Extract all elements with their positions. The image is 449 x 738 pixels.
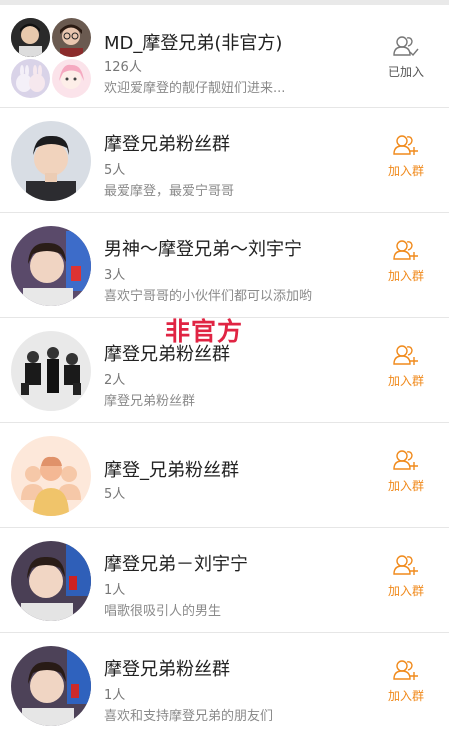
member-count: 1人 <box>104 583 126 598</box>
member-count: 2人 <box>104 373 126 388</box>
join-group-button[interactable]: 加入群 <box>381 134 431 179</box>
joined-label: 已加入 <box>387 65 424 79</box>
join-label: 加入群 <box>387 164 424 178</box>
group-name: MD_摩登兄弟(非官方) <box>104 33 283 54</box>
member-count: 3人 <box>104 268 126 283</box>
avatar <box>11 331 91 411</box>
group-row[interactable]: 摩登兄弟粉丝群 1人 喜欢和支持摩登兄弟的朋友们 加入群 <box>0 633 449 738</box>
avatar <box>11 18 50 57</box>
avatar <box>11 121 91 201</box>
avatar-placeholder-icon <box>11 436 91 516</box>
group-row[interactable]: 男神～摩登兄弟～刘宇宁 3人 喜欢宁哥哥的小伙伴们都可以添加哟 加入群 <box>0 213 449 318</box>
group-description: 摩登兄弟粉丝群 <box>104 394 196 409</box>
avatar <box>11 541 91 621</box>
unofficial-watermark: 非官方 <box>165 317 244 346</box>
group-description: 喜欢和支持摩登兄弟的朋友们 <box>104 709 274 724</box>
group-add-icon <box>393 240 418 260</box>
group-description: 唱歌很吸引人的男生 <box>104 604 222 619</box>
group-add-icon <box>393 450 418 470</box>
avatar <box>11 646 91 726</box>
join-group-button[interactable]: 加入群 <box>381 659 431 704</box>
group-name: 摩登_兄弟粉丝群 <box>104 460 239 481</box>
group-description: 欢迎爱摩登的靓仔靓妞们进来... <box>104 81 286 96</box>
join-label: 加入群 <box>387 689 424 703</box>
group-description: 最爱摩登，最爱宁哥哥 <box>104 184 235 199</box>
join-label: 加入群 <box>387 479 424 493</box>
join-label: 加入群 <box>387 269 424 283</box>
group-add-icon <box>393 135 418 155</box>
member-count: 1人 <box>104 688 126 703</box>
group-description: 喜欢宁哥哥的小伙伴们都可以添加哟 <box>104 289 313 304</box>
group-row[interactable]: 摩登兄弟粉丝群 5人 最爱摩登，最爱宁哥哥 加入群 <box>0 108 449 213</box>
member-count: 5人 <box>104 487 126 502</box>
join-label: 加入群 <box>387 374 424 388</box>
group-row[interactable]: 摩登_兄弟粉丝群 5人 加入群 <box>0 423 449 528</box>
avatar <box>52 18 91 57</box>
group-list: MD_摩登兄弟(非官方) 126人 欢迎爱摩登的靓仔靓妞们进来... 已加入 摩… <box>0 5 449 738</box>
join-group-button[interactable]: 加入群 <box>381 344 431 389</box>
group-avatar-collage <box>11 18 91 98</box>
avatar <box>52 59 91 98</box>
avatar <box>11 59 50 98</box>
join-group-button[interactable]: 加入群 <box>381 239 431 284</box>
group-row[interactable]: 摩登兄弟－刘宇宁 1人 唱歌很吸引人的男生 加入群 <box>0 528 449 633</box>
group-add-icon <box>393 555 418 575</box>
group-name: 摩登兄弟粉丝群 <box>104 659 230 680</box>
group-row[interactable]: MD_摩登兄弟(非官方) 126人 欢迎爱摩登的靓仔靓妞们进来... 已加入 <box>0 5 449 108</box>
group-name: 摩登兄弟粉丝群 <box>104 134 230 155</box>
join-group-button[interactable]: 加入群 <box>381 554 431 599</box>
group-joined-icon <box>393 36 419 57</box>
group-name: 男神～摩登兄弟～刘宇宁 <box>104 239 302 260</box>
group-add-icon <box>393 660 418 680</box>
joined-button[interactable]: 已加入 <box>381 35 431 80</box>
member-count: 126人 <box>104 60 142 75</box>
avatar <box>11 226 91 306</box>
join-group-button[interactable]: 加入群 <box>381 449 431 494</box>
group-add-icon <box>393 345 418 365</box>
group-name: 摩登兄弟－刘宇宁 <box>104 554 248 575</box>
member-count: 5人 <box>104 163 126 178</box>
join-label: 加入群 <box>387 584 424 598</box>
